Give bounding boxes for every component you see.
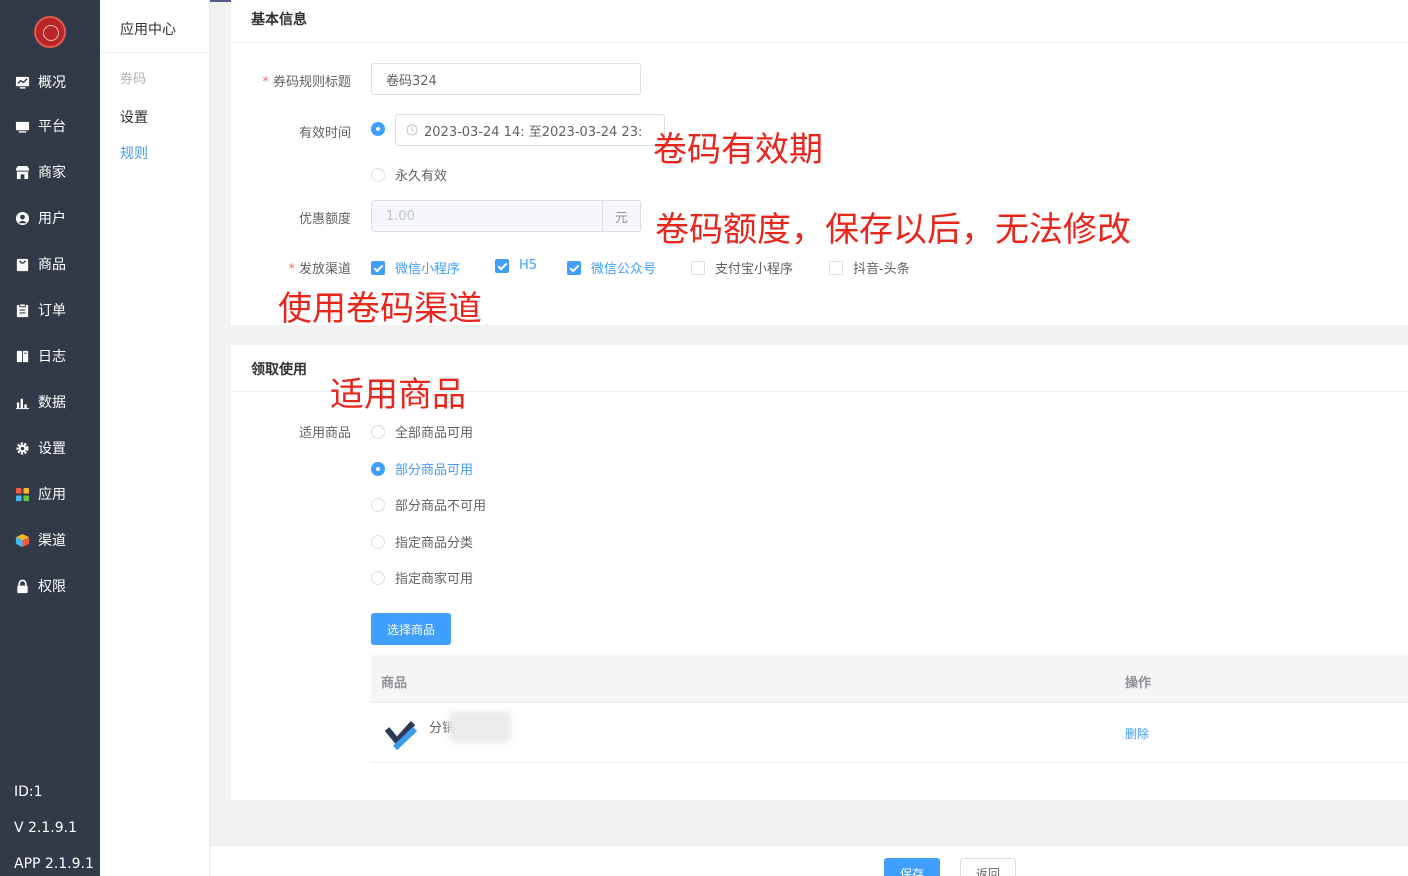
save-button[interactable]: 保存 <box>884 858 940 876</box>
date-range-picker[interactable]: 2023-03-24 14: 至2023-03-24 23: <box>395 114 665 146</box>
nav-label: 用户 <box>38 211 66 227</box>
nav-label: 日志 <box>38 349 66 365</box>
required-mark: * <box>288 262 295 277</box>
sub-menu-title: 应用中心 <box>120 22 176 38</box>
app-version-text: APP 2.1.9.1 <box>14 856 94 872</box>
channel-checkbox-wechat-mini[interactable]: 微信小程序 <box>371 258 460 277</box>
nav-item-permission[interactable]: 权限 <box>0 571 100 601</box>
nav-label: 订单 <box>38 303 66 319</box>
annotation-goods: 适用商品 <box>330 375 466 415</box>
clipboard-icon <box>14 302 30 318</box>
bag-icon <box>14 256 30 272</box>
title-field-label: * 券码规则标题 <box>262 75 351 90</box>
annotation-validity: 卷码有效期 <box>653 130 823 170</box>
sub-menu-group-label: 券码 <box>120 72 147 87</box>
table-row: 分销 删除 <box>371 703 1408 763</box>
monitor-icon <box>14 118 30 134</box>
store-icon <box>14 164 30 180</box>
brand-logo[interactable] <box>34 16 66 48</box>
channel-checkbox-alipay-mini[interactable]: 支付宝小程序 <box>691 258 793 277</box>
channel-label: * 发放渠道 <box>288 262 351 277</box>
nav-item-apps[interactable]: 应用 <box>0 479 100 509</box>
nav-item-overview[interactable]: 概况 <box>0 67 100 97</box>
goods-option-partial[interactable]: 部分商品可用 <box>371 459 473 478</box>
goods-option-excluded[interactable]: 部分商品不可用 <box>371 495 486 514</box>
nav-label: 平台 <box>38 119 66 135</box>
nav-item-order[interactable]: 订单 <box>0 295 100 325</box>
goods-table-header: 商品 操作 <box>371 655 1408 703</box>
annotation-channel: 使用卷码渠道 <box>278 289 482 329</box>
annotation-amount: 卷码额度，保存以后，无法修改 <box>655 210 1131 250</box>
nav-label: 概况 <box>38 75 66 91</box>
nav-item-settings[interactable]: 设置 <box>0 433 100 463</box>
discount-label: 优惠额度 <box>298 212 351 227</box>
channel-checkbox-h5[interactable]: H5 <box>495 258 537 273</box>
divider <box>231 42 1408 43</box>
channel-checkbox-douyin[interactable]: 抖音-头条 <box>829 258 910 277</box>
goods-option-all[interactable]: 全部商品可用 <box>371 422 473 441</box>
title-input[interactable]: 卷码324 <box>371 63 641 95</box>
nav-item-data[interactable]: 数据 <box>0 387 100 417</box>
sub-menu: 应用中心 券码 设置 规则 <box>100 0 210 876</box>
nav-item-platform[interactable]: 平台 <box>0 111 100 141</box>
nav-item-merchant[interactable]: 商家 <box>0 157 100 187</box>
column-header-goods: 商品 <box>381 676 408 691</box>
apps-grid-icon <box>14 486 30 502</box>
user-icon <box>14 210 30 226</box>
sub-menu-item-rules[interactable]: 规则 <box>120 143 148 163</box>
delete-link[interactable]: 删除 <box>1125 725 1149 742</box>
column-header-action: 操作 <box>1125 676 1152 691</box>
currency-unit: 元 <box>602 201 640 231</box>
goods-option-merchant[interactable]: 指定商家可用 <box>371 568 473 587</box>
footer-action-bar <box>210 845 1408 876</box>
sidebar: 概况 平台 商家 用户 商品 订单 日志 数据 设置 应用 渠道 权限 ID:1… <box>0 0 100 876</box>
nav-item-log[interactable]: 日志 <box>0 341 100 371</box>
nav-label: 权限 <box>38 579 66 595</box>
nav-label: 商家 <box>38 165 66 181</box>
divider <box>100 52 210 53</box>
back-button[interactable]: 返回 <box>960 858 1016 876</box>
cube-icon <box>14 532 30 548</box>
nav-label: 设置 <box>38 441 66 457</box>
lock-icon <box>14 578 30 594</box>
permanent-radio[interactable]: 永久有效 <box>371 165 447 184</box>
nav-item-channel[interactable]: 渠道 <box>0 525 100 555</box>
channel-checkbox-wechat-official[interactable]: 微信公众号 <box>567 258 656 277</box>
goods-scope-label: 适用商品 <box>298 426 351 441</box>
required-mark: * <box>262 75 269 90</box>
section-title: 领取使用 <box>251 362 307 378</box>
valid-time-label: 有效时间 <box>298 126 351 141</box>
nav-item-user[interactable]: 用户 <box>0 203 100 233</box>
goods-option-category[interactable]: 指定商品分类 <box>371 532 473 551</box>
gear-icon <box>14 440 30 456</box>
blurred-region <box>449 711 511 743</box>
bar-chart-icon <box>14 394 30 410</box>
select-goods-button[interactable]: 选择商品 <box>371 613 451 645</box>
version-text: V 2.1.9.1 <box>14 820 78 836</box>
nav-label: 应用 <box>38 487 66 503</box>
valid-range-radio[interactable] <box>371 122 395 136</box>
goods-thumbnail <box>381 715 419 753</box>
chart-monitor-icon <box>14 74 30 90</box>
section-title: 基本信息 <box>251 12 307 28</box>
nav-label: 渠道 <box>38 533 66 549</box>
nav-item-goods[interactable]: 商品 <box>0 249 100 279</box>
nav-label: 数据 <box>38 395 66 411</box>
book-icon <box>14 348 30 364</box>
nav-label: 商品 <box>38 257 66 273</box>
user-id: ID:1 <box>14 784 43 800</box>
discount-input: 1.00 元 <box>371 200 641 232</box>
clock-icon <box>406 124 418 136</box>
sub-menu-item-settings[interactable]: 设置 <box>120 107 148 127</box>
